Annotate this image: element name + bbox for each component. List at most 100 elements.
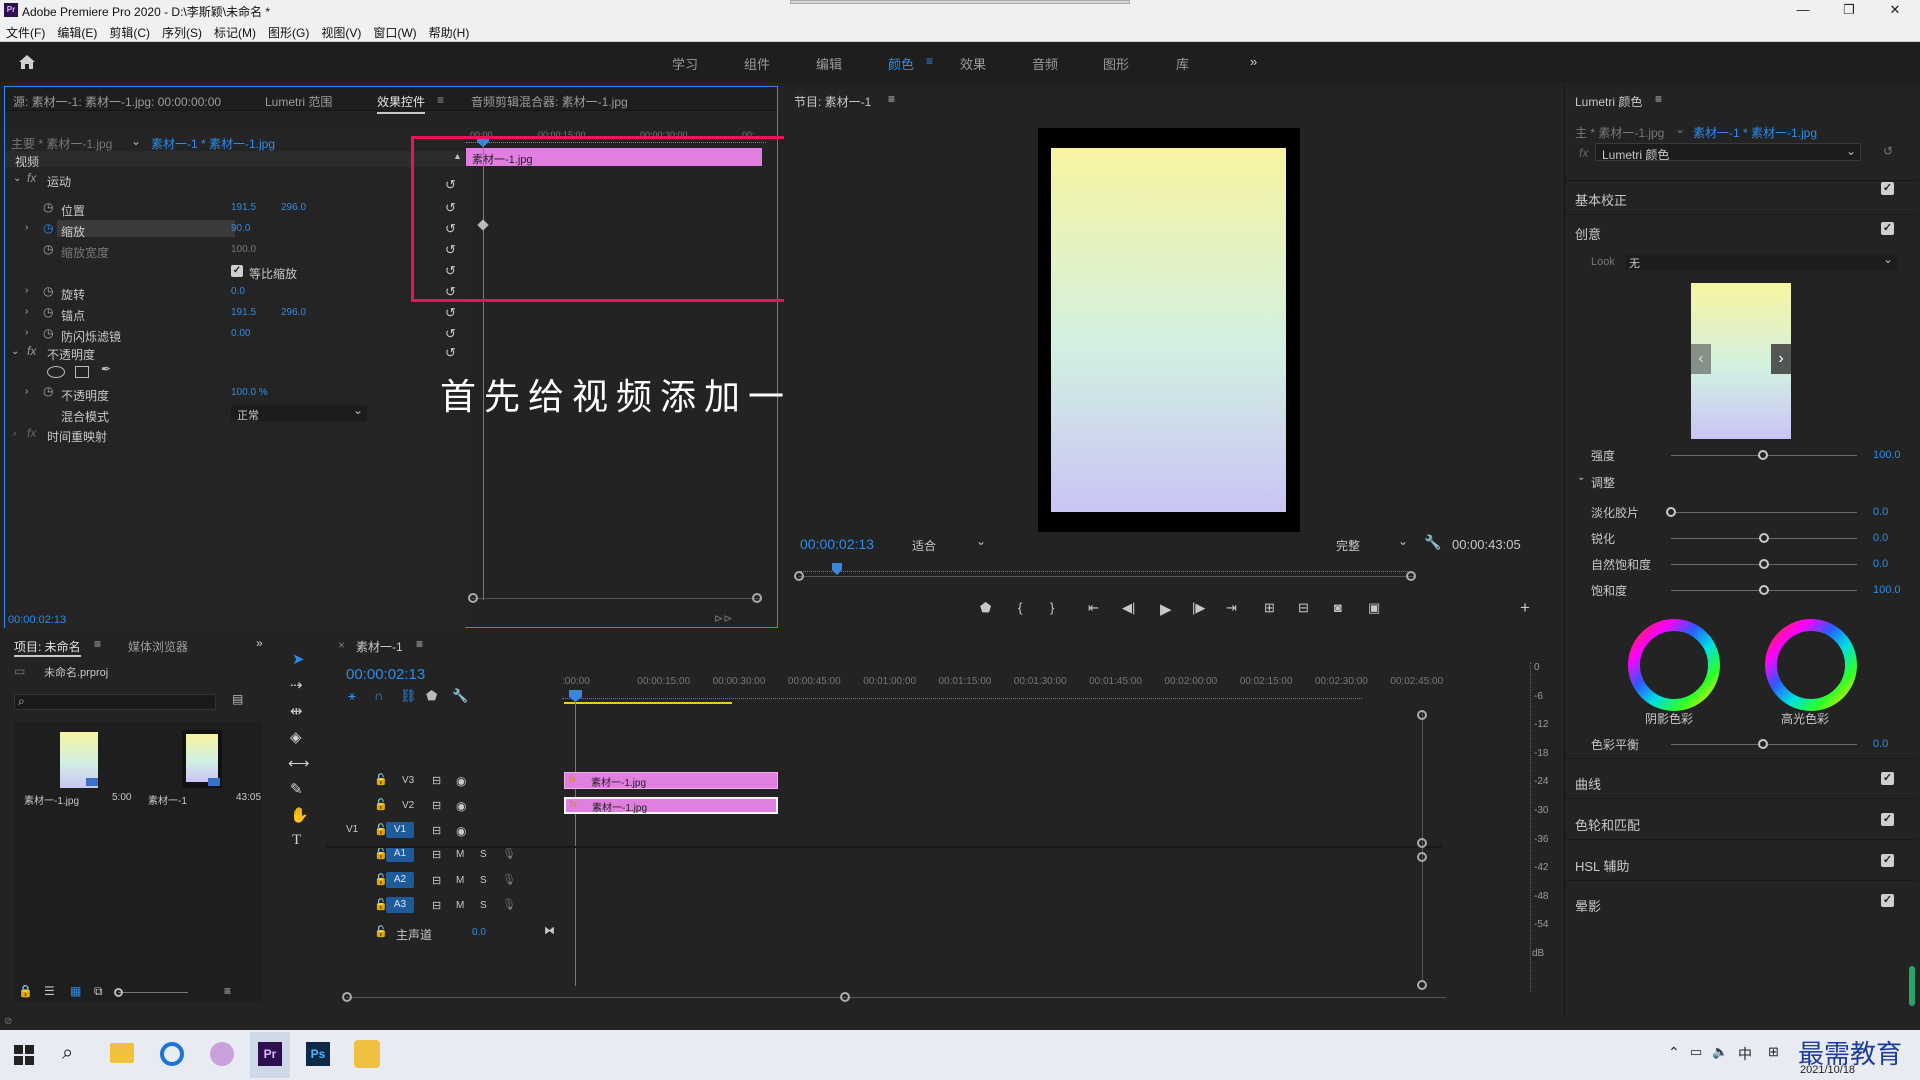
step-back-icon[interactable]: ◀| bbox=[1122, 600, 1135, 616]
stopwatch-icon[interactable]: ◷ bbox=[43, 284, 53, 298]
scroll-handle-right[interactable] bbox=[752, 593, 762, 603]
menu-sequence[interactable]: 序列(S) bbox=[156, 20, 208, 41]
chevron-down-icon[interactable]: ⌄ bbox=[1675, 122, 1685, 136]
stopwatch-icon[interactable]: ◷ bbox=[43, 221, 53, 235]
section-color-wheels[interactable]: 色轮和匹配 bbox=[1575, 815, 1640, 834]
premiere-taskbar-icon[interactable]: Pr bbox=[258, 1042, 282, 1066]
mic-icon[interactable]: 🎙 bbox=[502, 898, 516, 911]
icon-view-icon[interactable]: ▦ bbox=[70, 984, 81, 998]
hscroll-right-handle[interactable] bbox=[840, 992, 850, 1002]
step-forward-icon[interactable]: |▶ bbox=[1192, 600, 1205, 616]
lock-icon[interactable]: 🔒 bbox=[18, 984, 33, 998]
tray-chevron-icon[interactable]: ⌃ bbox=[1668, 1044, 1680, 1061]
eye-icon[interactable]: ◉ bbox=[456, 799, 466, 813]
type-tool-icon[interactable]: T bbox=[292, 832, 301, 849]
property-value-2[interactable]: 296.0 bbox=[281, 307, 306, 318]
program-zoom-bar[interactable] bbox=[798, 576, 1414, 577]
workspace-graphics[interactable]: 图形 bbox=[1103, 54, 1129, 73]
intensity-value[interactable]: 100.0 bbox=[1873, 449, 1901, 461]
list-view-icon[interactable]: ☰ bbox=[44, 984, 55, 998]
highlight-color-wheel[interactable] bbox=[1762, 616, 1860, 714]
restore-button[interactable]: ❐ bbox=[1826, 0, 1872, 20]
lift-icon[interactable]: ⊞ bbox=[1264, 600, 1275, 616]
work-area-bar[interactable] bbox=[564, 702, 732, 704]
stopwatch-icon[interactable]: ◷ bbox=[43, 326, 53, 340]
ime-indicator[interactable]: 中 bbox=[1738, 1044, 1752, 1064]
program-title[interactable]: 节目: 素材一-1 bbox=[794, 93, 871, 110]
solo-button[interactable]: S bbox=[480, 875, 487, 886]
extract-icon[interactable]: ⊟ bbox=[1298, 600, 1309, 616]
menu-window[interactable]: 窗口(W) bbox=[367, 20, 422, 41]
fit-dropdown[interactable]: 适合 bbox=[912, 537, 936, 554]
expand-icon[interactable]: › bbox=[25, 306, 28, 317]
reset-icon[interactable]: ↺ bbox=[445, 326, 456, 342]
track-name[interactable]: V3 bbox=[402, 775, 414, 786]
expand-icon[interactable]: › bbox=[25, 386, 28, 397]
selection-tool-icon[interactable]: ➤ bbox=[292, 650, 305, 668]
slider-knob[interactable] bbox=[1758, 450, 1768, 460]
workspace-effects[interactable]: 效果 bbox=[960, 54, 986, 73]
quality-dropdown[interactable]: 完整 bbox=[1336, 537, 1360, 554]
minimize-button[interactable]: — bbox=[1780, 0, 1826, 20]
fx-icon[interactable]: fx bbox=[27, 344, 36, 358]
workspace-audio[interactable]: 音频 bbox=[1032, 54, 1058, 73]
snap-icon[interactable]: ∩ bbox=[374, 688, 383, 703]
opacity-value[interactable]: 100.0 % bbox=[231, 387, 268, 398]
expand-panels-icon[interactable]: » bbox=[256, 636, 263, 650]
freeform-view-icon[interactable]: ⧉ bbox=[94, 984, 103, 999]
razor-tool-icon[interactable]: ◈ bbox=[290, 728, 302, 746]
stopwatch-icon[interactable]: ◷ bbox=[43, 200, 53, 214]
track-name[interactable]: V2 bbox=[402, 800, 414, 811]
menu-graphics[interactable]: 图形(G) bbox=[262, 20, 315, 41]
mark-out-icon[interactable]: } bbox=[1050, 600, 1054, 615]
network-icon[interactable]: ▭ bbox=[1690, 1044, 1702, 1060]
go-to-in-icon[interactable]: ⇤ bbox=[1088, 600, 1099, 616]
menu-clip[interactable]: 剪辑(C) bbox=[103, 20, 156, 41]
sync-lock-icon[interactable]: ⊟ bbox=[432, 874, 441, 887]
program-ruler[interactable] bbox=[800, 564, 1410, 572]
section-basic-correction[interactable]: 基本校正 bbox=[1575, 190, 1627, 209]
scroll-handle-left[interactable] bbox=[468, 593, 478, 603]
look-next-arrow-icon[interactable]: › bbox=[1771, 344, 1791, 374]
chevron-down-icon[interactable]: ⌄ bbox=[1398, 534, 1408, 548]
expand-icon[interactable]: ⌄ bbox=[13, 173, 21, 184]
timeline-playhead[interactable] bbox=[575, 696, 576, 986]
section-curves[interactable]: 曲线 bbox=[1575, 774, 1601, 793]
sync-lock-icon[interactable]: ⊟ bbox=[432, 824, 441, 837]
app-icon[interactable] bbox=[210, 1042, 234, 1066]
property-value[interactable]: 191.5 bbox=[231, 307, 256, 318]
blend-mode-select[interactable]: 正常 ⌄ bbox=[231, 403, 367, 422]
vscroll-handle[interactable] bbox=[1417, 710, 1427, 720]
eye-icon[interactable]: ◉ bbox=[456, 824, 466, 838]
menu-edit[interactable]: 编辑(E) bbox=[51, 20, 103, 41]
vscroll-handle[interactable] bbox=[1417, 838, 1427, 848]
color-balance-value[interactable]: 0.0 bbox=[1873, 738, 1888, 750]
add-marker-icon[interactable]: ⬟ bbox=[980, 600, 991, 616]
master-expand-icon[interactable]: ⧓ bbox=[544, 924, 555, 937]
project-item-name[interactable]: 素材一-1 bbox=[148, 792, 187, 807]
reset-icon[interactable]: ↺ bbox=[445, 305, 456, 321]
adjust-slider-knob[interactable] bbox=[1759, 533, 1769, 543]
reset-icon[interactable]: ↺ bbox=[1883, 144, 1893, 158]
clip-v2[interactable]: fx 素材一-1.jpg bbox=[564, 797, 778, 814]
panel-scrollbar[interactable] bbox=[1909, 966, 1915, 1006]
fx-icon[interactable]: fx bbox=[27, 171, 36, 185]
property-value[interactable]: 191.5 bbox=[231, 202, 256, 213]
zoom-slider[interactable] bbox=[118, 992, 188, 993]
mute-button[interactable]: M bbox=[456, 900, 464, 911]
ellipse-mask-icon[interactable] bbox=[47, 366, 65, 378]
workspace-menu-icon[interactable]: ≡ bbox=[926, 54, 933, 68]
adjust-slider-knob[interactable] bbox=[1759, 559, 1769, 569]
menu-view[interactable]: 视图(V) bbox=[315, 20, 367, 41]
expand-icon[interactable]: ⌄ bbox=[1577, 472, 1585, 483]
sequence-clip-label[interactable]: 素材一-1 * 素材一-1.jpg bbox=[151, 135, 275, 152]
avatar-app-icon[interactable] bbox=[354, 1040, 380, 1068]
linked-selection-icon[interactable]: ⛓ bbox=[400, 688, 417, 704]
workspace-editing[interactable]: 编辑 bbox=[816, 54, 842, 73]
property-value[interactable]: 90.0 bbox=[231, 223, 250, 234]
chevron-down-icon[interactable]: ⌄ bbox=[131, 134, 141, 148]
adjust-value[interactable]: 0.0 bbox=[1873, 558, 1888, 570]
tab-effect-controls[interactable]: 效果控件 bbox=[377, 93, 426, 114]
lock-icon[interactable]: 🔓 bbox=[374, 773, 388, 786]
sort-icon[interactable]: ≡ bbox=[224, 984, 231, 998]
